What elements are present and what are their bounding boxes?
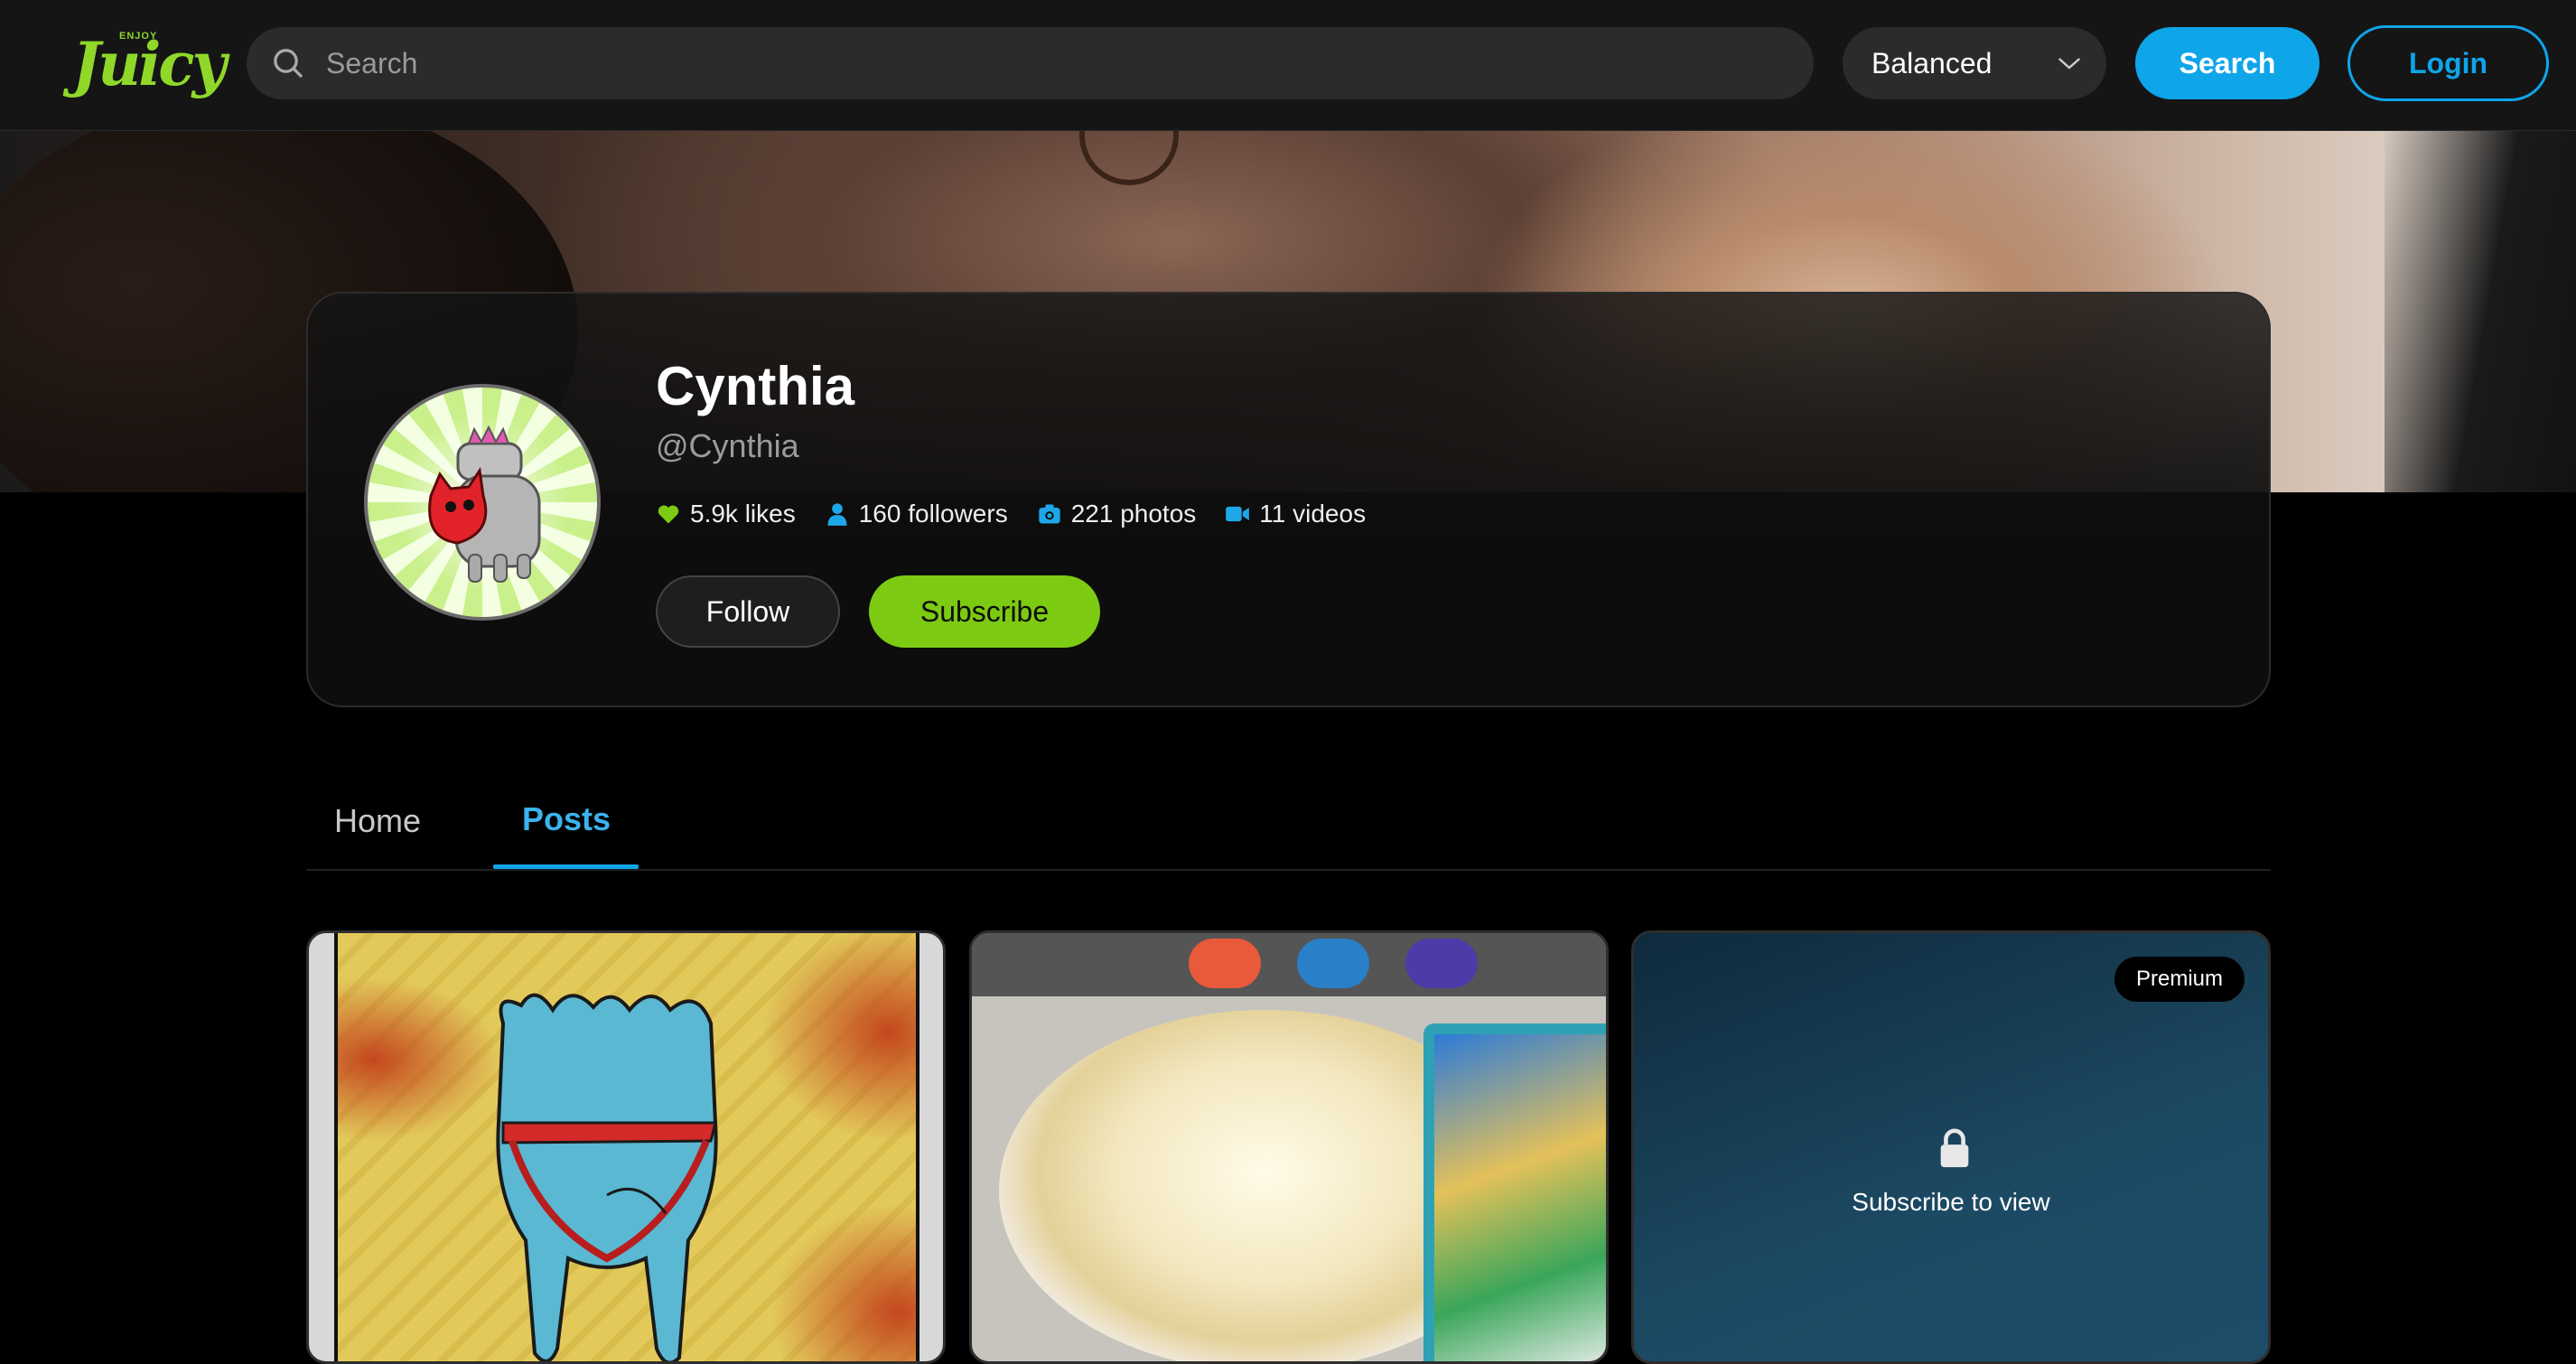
profile-handle: @Cynthia — [656, 427, 799, 464]
followers-count: 160 followers — [858, 500, 1008, 528]
profile-tabs: Home Posts — [306, 784, 2271, 871]
post-card-2[interactable] — [969, 930, 1609, 1364]
avatar — [364, 384, 601, 621]
post-2-tablet — [1423, 1023, 1606, 1361]
juicy-logo[interactable]: ENJOY Juicy — [72, 27, 227, 99]
subscribe-to-view-label: Subscribe to view — [1852, 1188, 2050, 1216]
sort-select[interactable]: Balanced — [1843, 27, 2106, 99]
heart-icon — [658, 505, 679, 524]
banner-earring — [1079, 131, 1179, 185]
sort-select-value: Balanced — [1871, 46, 1993, 79]
profile-name: Cynthia — [656, 356, 855, 416]
tab-home[interactable]: Home — [334, 802, 421, 840]
subscribe-button[interactable]: Subscribe — [869, 575, 1100, 648]
search-input[interactable] — [326, 46, 1771, 80]
lock-icon — [1940, 1128, 1969, 1168]
profile-stats: 5.9k likes 160 followers 221 photos 11 v… — [656, 500, 1395, 528]
post-2-laptop — [972, 933, 1606, 996]
stat-videos: 11 videos — [1225, 500, 1366, 528]
search-button[interactable]: Search — [2135, 27, 2319, 99]
top-navigation-bar: ENJOY Juicy Balanced Search Login — [0, 0, 2576, 131]
stat-likes: 5.9k likes — [656, 500, 796, 528]
profile-card: Cynthia @Cynthia 5.9k likes 160 follower… — [306, 292, 2271, 707]
login-button[interactable]: Login — [2347, 25, 2549, 101]
search-bar[interactable] — [247, 27, 1814, 99]
banner-hair — [2385, 131, 2576, 492]
tab-posts[interactable]: Posts — [522, 800, 611, 838]
search-icon — [274, 49, 303, 79]
stat-followers: 160 followers — [825, 500, 1008, 528]
person-icon — [827, 503, 847, 526]
photos-count: 221 photos — [1070, 500, 1197, 528]
logo-wordmark: Juicy — [72, 29, 227, 99]
premium-badge: Premium — [2114, 957, 2245, 1002]
chevron-down-icon — [2058, 58, 2081, 70]
likes-count: 5.9k likes — [690, 500, 796, 528]
camera-icon — [1039, 504, 1060, 524]
follow-button[interactable]: Follow — [656, 575, 840, 648]
post-card-1[interactable] — [306, 930, 946, 1364]
avatar-character-image — [428, 425, 541, 583]
stat-photos: 221 photos — [1037, 500, 1197, 528]
video-icon — [1226, 506, 1250, 522]
videos-count: 11 videos — [1259, 500, 1367, 528]
post-1-artwork — [496, 993, 718, 1361]
active-tab-indicator — [493, 864, 639, 869]
post-card-3-locked[interactable]: Premium Subscribe to view — [1631, 930, 2271, 1364]
